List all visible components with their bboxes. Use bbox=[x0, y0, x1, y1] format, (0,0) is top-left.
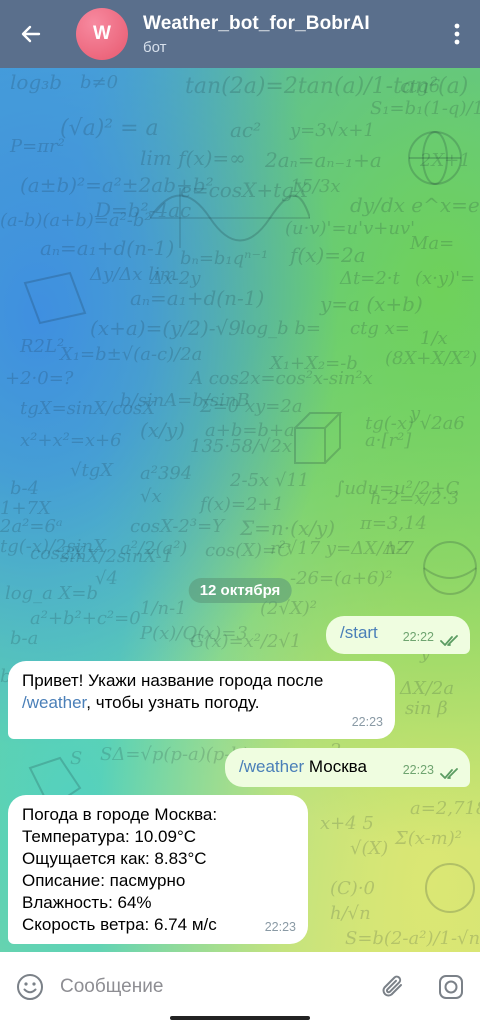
command-link[interactable]: /weather bbox=[22, 693, 86, 712]
attach-icon bbox=[382, 975, 402, 997]
more-vertical-icon bbox=[454, 23, 460, 45]
message-time: 22:23 bbox=[402, 763, 434, 777]
incoming-message[interactable]: Привет! Укажи название города после /wea… bbox=[8, 661, 395, 739]
double-check-icon bbox=[440, 768, 458, 779]
message-line: Привет! Укажи название города после bbox=[22, 671, 324, 690]
chat-header: W Weather_bot_for_BobrAI бот bbox=[0, 0, 480, 68]
back-button[interactable] bbox=[0, 0, 62, 68]
weather-line-description: Описание: пасмурно bbox=[22, 871, 186, 890]
back-arrow-icon bbox=[21, 25, 41, 43]
message-time: 22:23 bbox=[351, 715, 383, 729]
message-text: , чтобы узнать погоду. bbox=[86, 693, 260, 712]
outgoing-message[interactable]: /start 22:22 bbox=[326, 616, 470, 654]
command-link[interactable]: /start bbox=[340, 623, 378, 642]
outgoing-message[interactable]: /weather Москва 22:23 bbox=[225, 748, 470, 787]
more-menu-button[interactable] bbox=[434, 0, 480, 68]
message-time: 22:22 bbox=[402, 630, 434, 644]
chat-area[interactable]: log₃b b≠0 tan(2a)=2tan(a)/1-tan²(a) ctg6… bbox=[0, 68, 480, 952]
double-check-icon bbox=[440, 635, 458, 646]
weather-line-wind: Скорость ветра: 6.74 м/с bbox=[22, 915, 217, 934]
weather-line-feels-like: Ощущается как: 8.83°C bbox=[22, 849, 207, 868]
weather-line-humidity: Влажность: 64% bbox=[22, 893, 152, 912]
camera-icon bbox=[439, 975, 463, 999]
message-line: /weather, чтобы узнать погоду. bbox=[22, 692, 383, 714]
emoji-icon bbox=[17, 974, 43, 1000]
date-separator: 12 октября bbox=[188, 578, 292, 603]
attach-button[interactable] bbox=[364, 952, 422, 1022]
chat-subtitle: бот bbox=[143, 38, 167, 56]
weather-line-city: Погода в городе Москва: bbox=[22, 805, 218, 824]
chat-title-block[interactable]: Weather_bot_for_BobrAI бот bbox=[143, 13, 434, 56]
camera-button[interactable] bbox=[422, 952, 480, 1022]
command-link[interactable]: /weather bbox=[239, 757, 304, 776]
message-input-bar bbox=[0, 952, 480, 1022]
weather-line-temperature: Температура: 10.09°C bbox=[22, 827, 197, 846]
emoji-button[interactable] bbox=[0, 952, 60, 1022]
bot-avatar[interactable]: W bbox=[76, 8, 128, 60]
message-input[interactable] bbox=[60, 967, 364, 1007]
home-indicator bbox=[170, 1016, 310, 1020]
chat-title: Weather_bot_for_BobrAI bbox=[143, 12, 370, 34]
message-time: 22:23 bbox=[264, 920, 296, 934]
message-text: Москва bbox=[304, 757, 367, 776]
incoming-message[interactable]: Погода в городе Москва: Температура: 10.… bbox=[8, 795, 308, 944]
